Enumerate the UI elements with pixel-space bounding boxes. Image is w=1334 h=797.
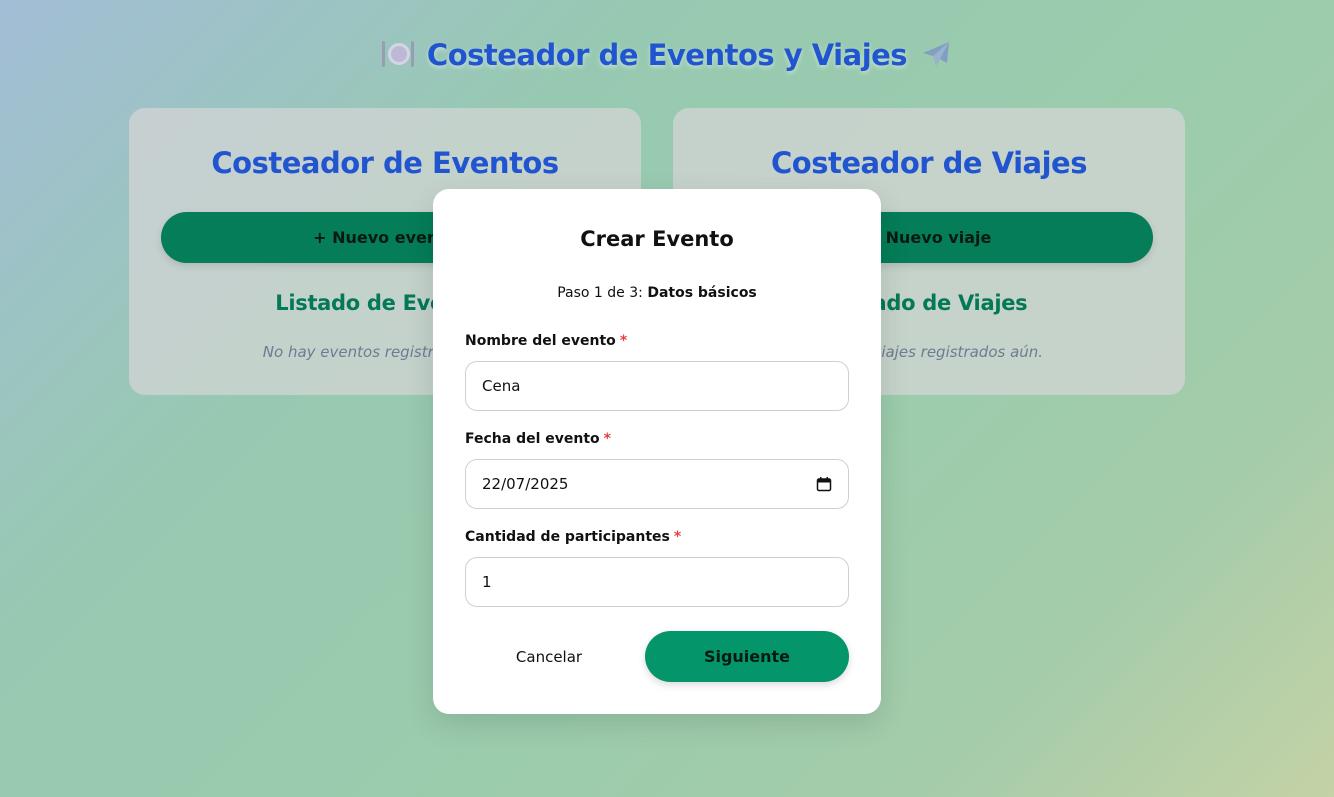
trips-card-title: Costeador de Viajes — [771, 146, 1088, 180]
create-event-modal: Crear Evento Paso 1 de 3: Datos básicos … — [433, 189, 881, 714]
event-date-value: 22/07/2025 — [482, 475, 569, 493]
event-date-label: Fecha del evento * — [465, 431, 611, 447]
required-marker: * — [673, 529, 682, 545]
participants-input[interactable]: 1 — [465, 557, 849, 607]
cancel-button[interactable]: Cancelar — [465, 631, 633, 682]
modal-title: Crear Evento — [580, 227, 734, 251]
required-marker: * — [619, 333, 628, 349]
participants-label-text: Cantidad de participantes — [465, 529, 670, 545]
calendar-icon[interactable] — [816, 476, 832, 492]
event-name-input[interactable]: Cena — [465, 361, 849, 411]
airplane-icon — [919, 38, 953, 72]
app-title-text: Costeador de Eventos y Viajes — [426, 38, 908, 72]
participants-value: 1 — [482, 573, 492, 591]
step-name: Datos básicos — [647, 285, 757, 301]
next-button[interactable]: Siguiente — [645, 631, 849, 682]
event-date-label-text: Fecha del evento — [465, 431, 600, 447]
event-name-label: Nombre del evento * — [465, 333, 627, 349]
app-title: Costeador de Eventos y Viajes — [0, 38, 1334, 72]
event-name-label-text: Nombre del evento — [465, 333, 616, 349]
event-date-input[interactable]: 22/07/2025 — [465, 459, 849, 509]
step-indicator: Paso 1 de 3: Datos básicos — [433, 285, 881, 301]
events-card-title: Costeador de Eventos — [211, 146, 559, 180]
plate-cutlery-icon — [381, 38, 415, 72]
step-prefix: Paso 1 de 3: — [557, 285, 643, 301]
participants-label: Cantidad de participantes * — [465, 529, 681, 545]
event-name-value: Cena — [482, 377, 521, 395]
required-marker: * — [603, 431, 611, 447]
